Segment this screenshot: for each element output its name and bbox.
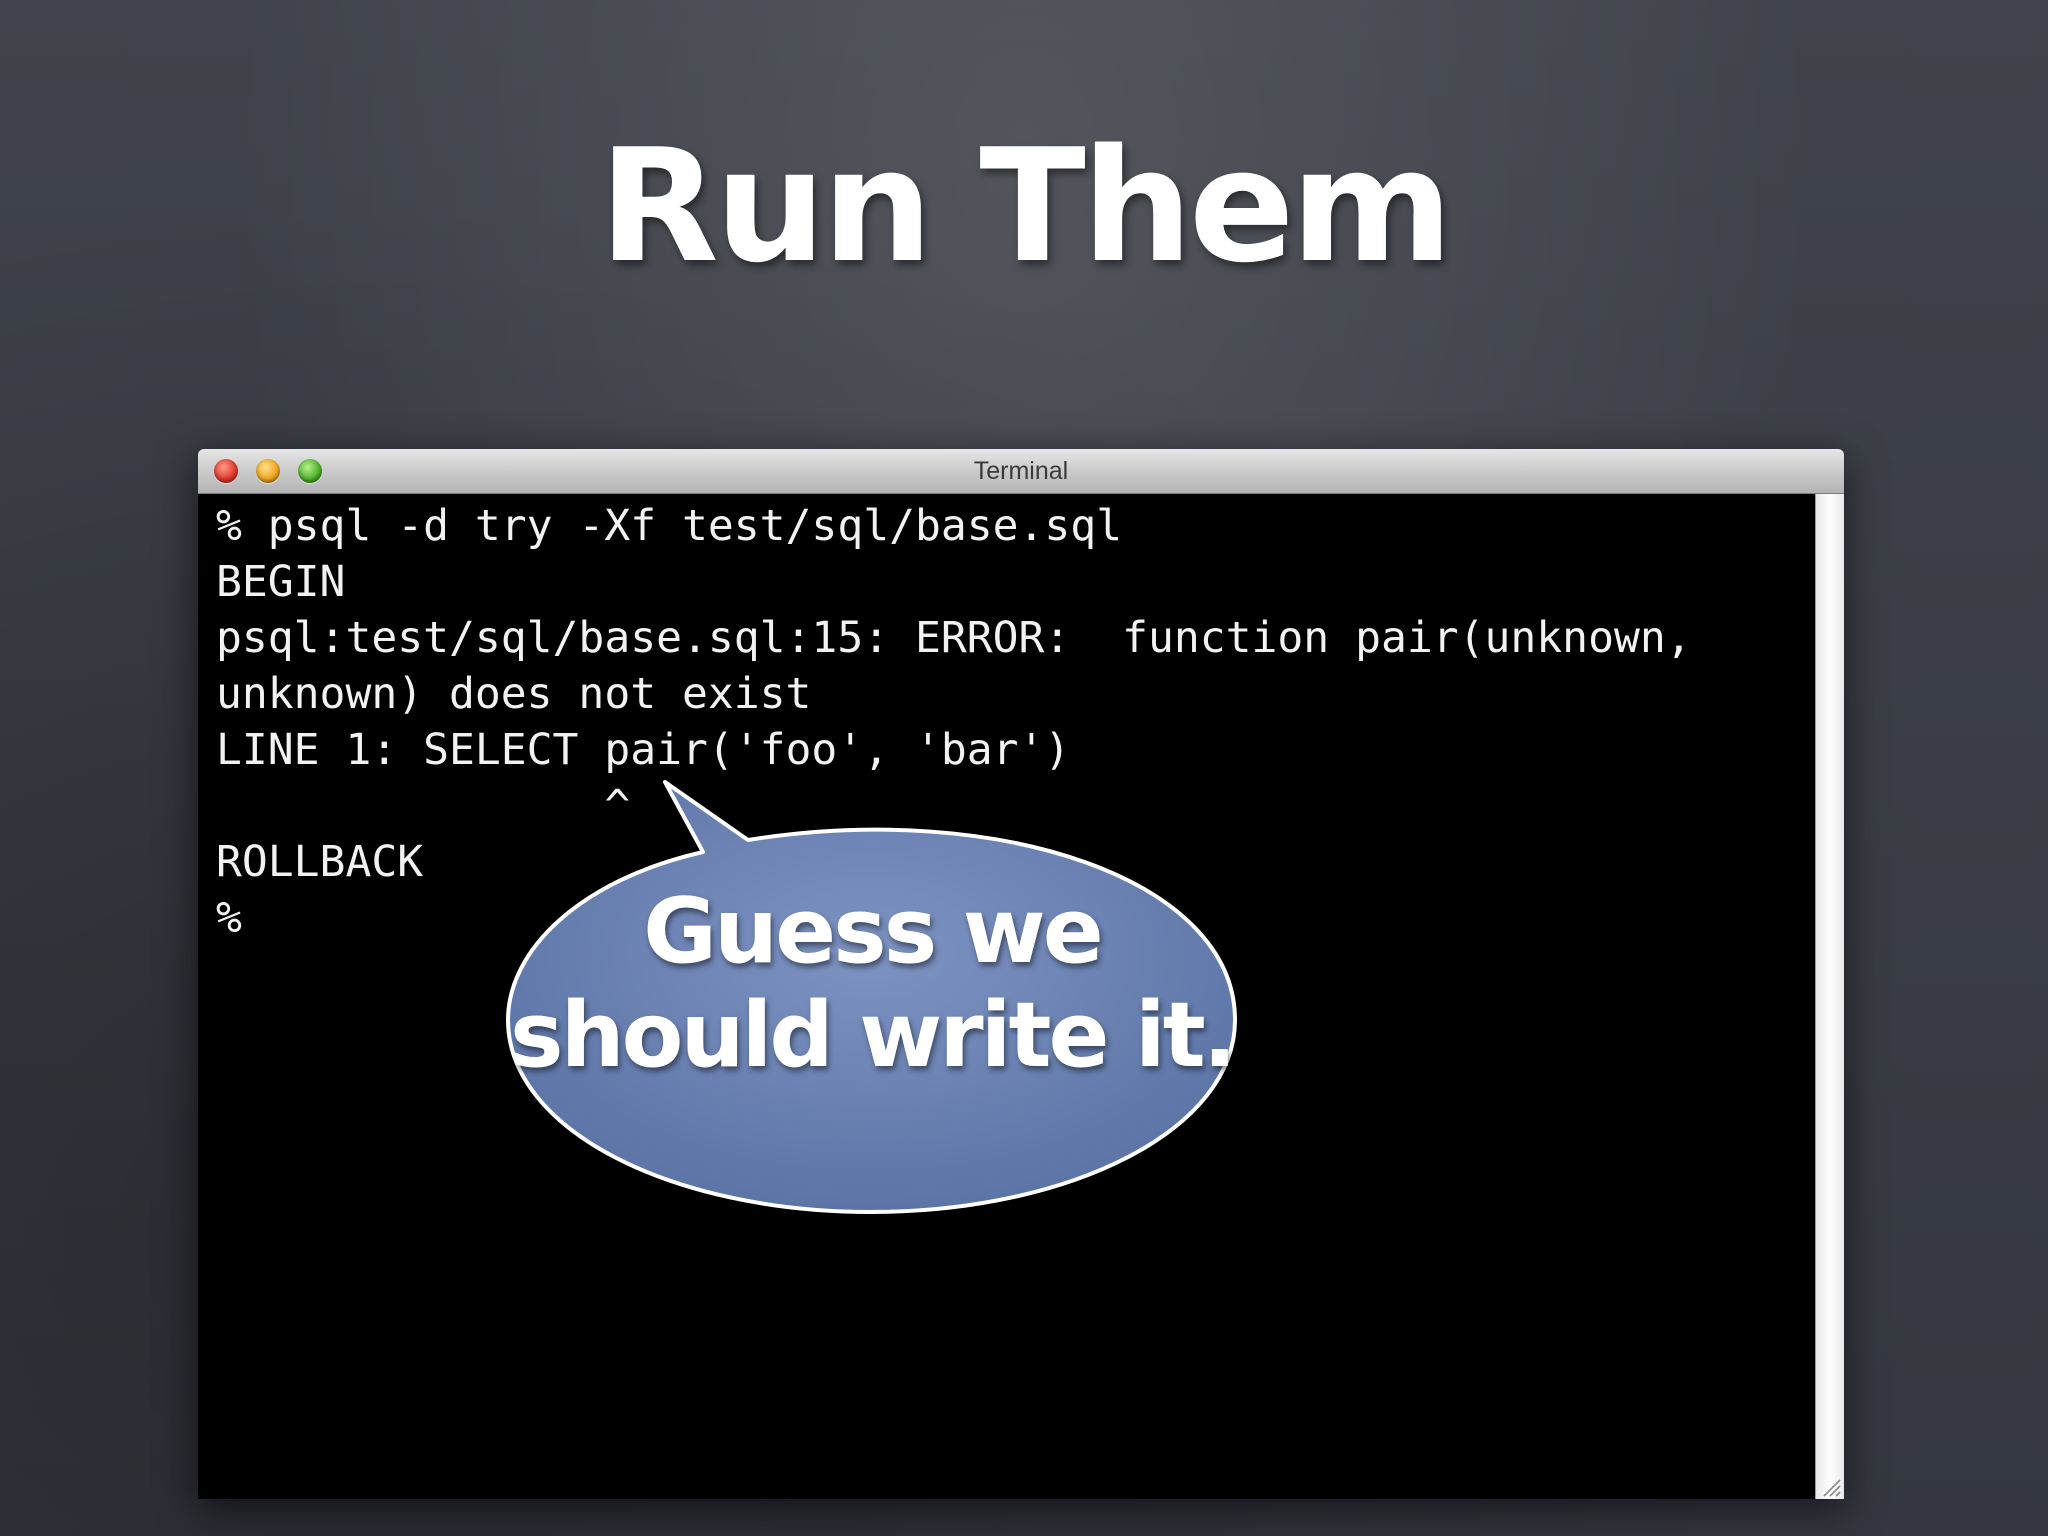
terminal-line: psql:test/sql/base.sql:15: ERROR: functi… — [216, 613, 1692, 663]
terminal-line: LINE 1: SELECT pair('foo', 'bar') — [216, 725, 1071, 775]
terminal-line: % psql -d try -Xf test/sql/base.sql — [216, 501, 1123, 551]
speech-bubble-line: Guess we — [643, 879, 1104, 984]
speech-bubble-line: should write it. — [510, 983, 1237, 1088]
speech-bubble-text: Guess we should write it. — [507, 880, 1237, 1088]
vertical-scrollbar[interactable] — [1815, 494, 1844, 1499]
window-titlebar[interactable]: Terminal — [198, 449, 1844, 494]
window-title: Terminal — [973, 457, 1069, 485]
terminal-line: BEGIN — [216, 557, 346, 607]
terminal-line: ^ — [216, 781, 631, 831]
slide-title: Run Them — [598, 115, 1453, 297]
terminal-line: unknown) does not exist — [216, 669, 812, 719]
resize-grip-icon[interactable] — [1818, 1474, 1842, 1498]
